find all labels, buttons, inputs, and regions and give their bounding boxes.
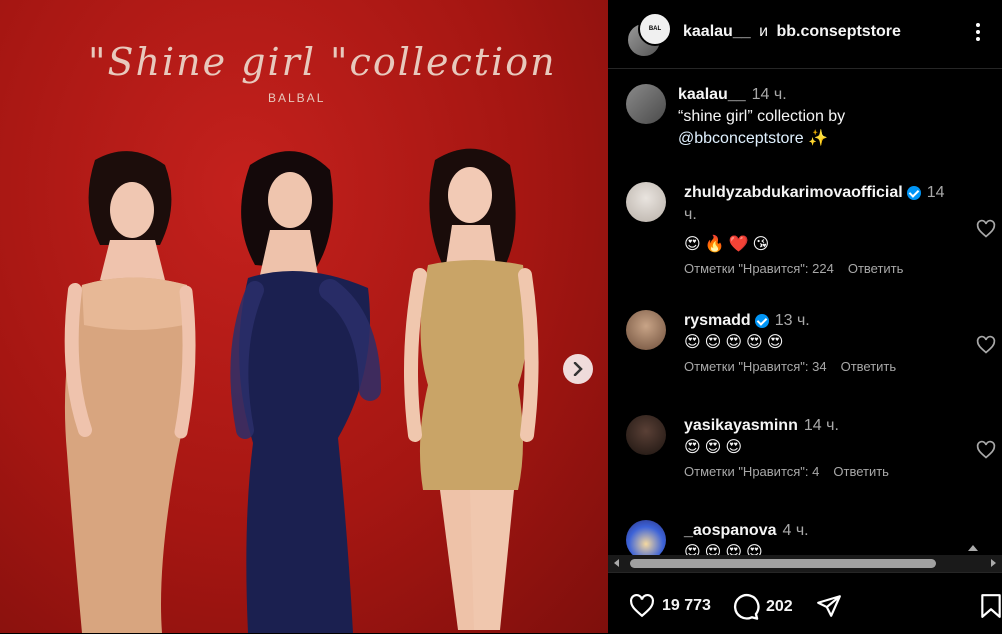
scrollbar-thumb[interactable] — [630, 559, 936, 568]
like-button[interactable]: 19 773 — [628, 593, 711, 619]
comment-text: 😍😍😍😍😍 — [684, 332, 788, 351]
comments-list[interactable]: kaalau__ 14 ч. “shine girl” collection by… — [608, 69, 1002, 555]
comment-username[interactable]: yasikayasminn — [684, 417, 798, 434]
caption-text: “shine girl” collection by @bbconceptsto… — [678, 106, 978, 150]
header-conjunction: и — [759, 23, 768, 40]
comment-likes-count[interactable]: Отметки "Нравится": 4 — [684, 464, 819, 479]
comment-username[interactable]: rysmadd — [684, 312, 751, 329]
comment-likes-count[interactable]: Отметки "Нравится": 34 — [684, 359, 827, 374]
comment-button[interactable]: 202 — [732, 593, 793, 621]
verified-badge-icon — [754, 313, 769, 328]
caption-sparkle: ✨ — [803, 130, 829, 147]
reply-button[interactable]: Ответить — [841, 359, 897, 374]
post-header: BAL kaalau__ и bb.conseptstore — [608, 0, 1002, 69]
comment-likes-count[interactable]: Отметки "Нравится": 224 — [684, 261, 834, 276]
models-illustration — [64, 148, 539, 633]
scroll-right-arrow-icon[interactable] — [991, 559, 996, 567]
like-comment-heart-icon[interactable] — [976, 335, 996, 355]
scroll-up-arrow-icon[interactable] — [968, 545, 978, 551]
reply-button[interactable]: Ответить — [848, 261, 904, 276]
collaborator-username[interactable]: bb.conseptstore — [776, 23, 900, 40]
likes-count[interactable]: 19 773 — [662, 597, 711, 615]
post-side-panel: BAL kaalau__ и bb.conseptstore kaalau__ 1… — [608, 0, 1002, 633]
comment-time: 14 ч. — [803, 417, 839, 434]
heart-icon — [630, 593, 654, 618]
collab-avatars[interactable]: BAL — [626, 12, 672, 58]
more-options-icon[interactable] — [968, 20, 988, 44]
caption-text-main: “shine girl” collection by — [678, 108, 846, 125]
post-image[interactable]: "Shine girl "collection BALBAL — [0, 0, 608, 633]
model-middle — [230, 151, 381, 633]
verified-badge-icon — [906, 185, 921, 200]
caption-mention-link[interactable]: @bbconceptstore — [678, 130, 804, 147]
collaborator-avatar-text: BAL — [648, 26, 662, 32]
comment-username[interactable]: zhuldyzabdukarimovaofficial — [684, 184, 903, 201]
comment-avatar[interactable] — [626, 520, 666, 555]
share-paper-plane-icon — [817, 595, 841, 617]
comment-bubble-icon — [733, 593, 760, 620]
caption-time: 14 ч. — [751, 86, 787, 103]
comment-text: 😍😍😍 — [684, 437, 747, 456]
comment-time: 13 ч. — [774, 312, 810, 329]
comment-avatar[interactable] — [626, 310, 666, 350]
header-usernames: kaalau__ и bb.conseptstore — [683, 23, 901, 41]
save-button[interactable] — [980, 593, 1002, 619]
model-right — [404, 148, 539, 630]
comment-avatar[interactable] — [626, 415, 666, 455]
like-comment-heart-icon[interactable] — [976, 219, 996, 239]
comment-avatar[interactable] — [626, 182, 666, 222]
bookmark-icon — [981, 594, 1001, 618]
horizontal-scrollbar[interactable] — [608, 555, 1002, 572]
comments-count: 202 — [766, 598, 793, 615]
model-left — [64, 151, 196, 633]
comment-time: 4 ч. — [782, 522, 809, 539]
comment-username[interactable]: _aospanova — [684, 522, 776, 539]
post-actions-bar: 19 773 202 — [608, 572, 1002, 634]
author-username[interactable]: kaalau__ — [683, 23, 751, 40]
caption-avatar[interactable] — [626, 84, 666, 124]
comment-text: 😍🔥❤️😘 — [684, 234, 774, 253]
next-image-button[interactable] — [563, 354, 593, 384]
like-comment-heart-icon[interactable] — [976, 440, 996, 460]
comment-text: 😍😍😍😍 — [684, 542, 767, 555]
chevron-right-icon — [573, 362, 583, 376]
share-button[interactable] — [816, 593, 842, 619]
reply-button[interactable]: Ответить — [833, 464, 889, 479]
scroll-left-arrow-icon[interactable] — [614, 559, 619, 567]
collaborator-avatar[interactable]: BAL — [638, 12, 672, 46]
caption-username[interactable]: kaalau__ — [678, 86, 746, 103]
